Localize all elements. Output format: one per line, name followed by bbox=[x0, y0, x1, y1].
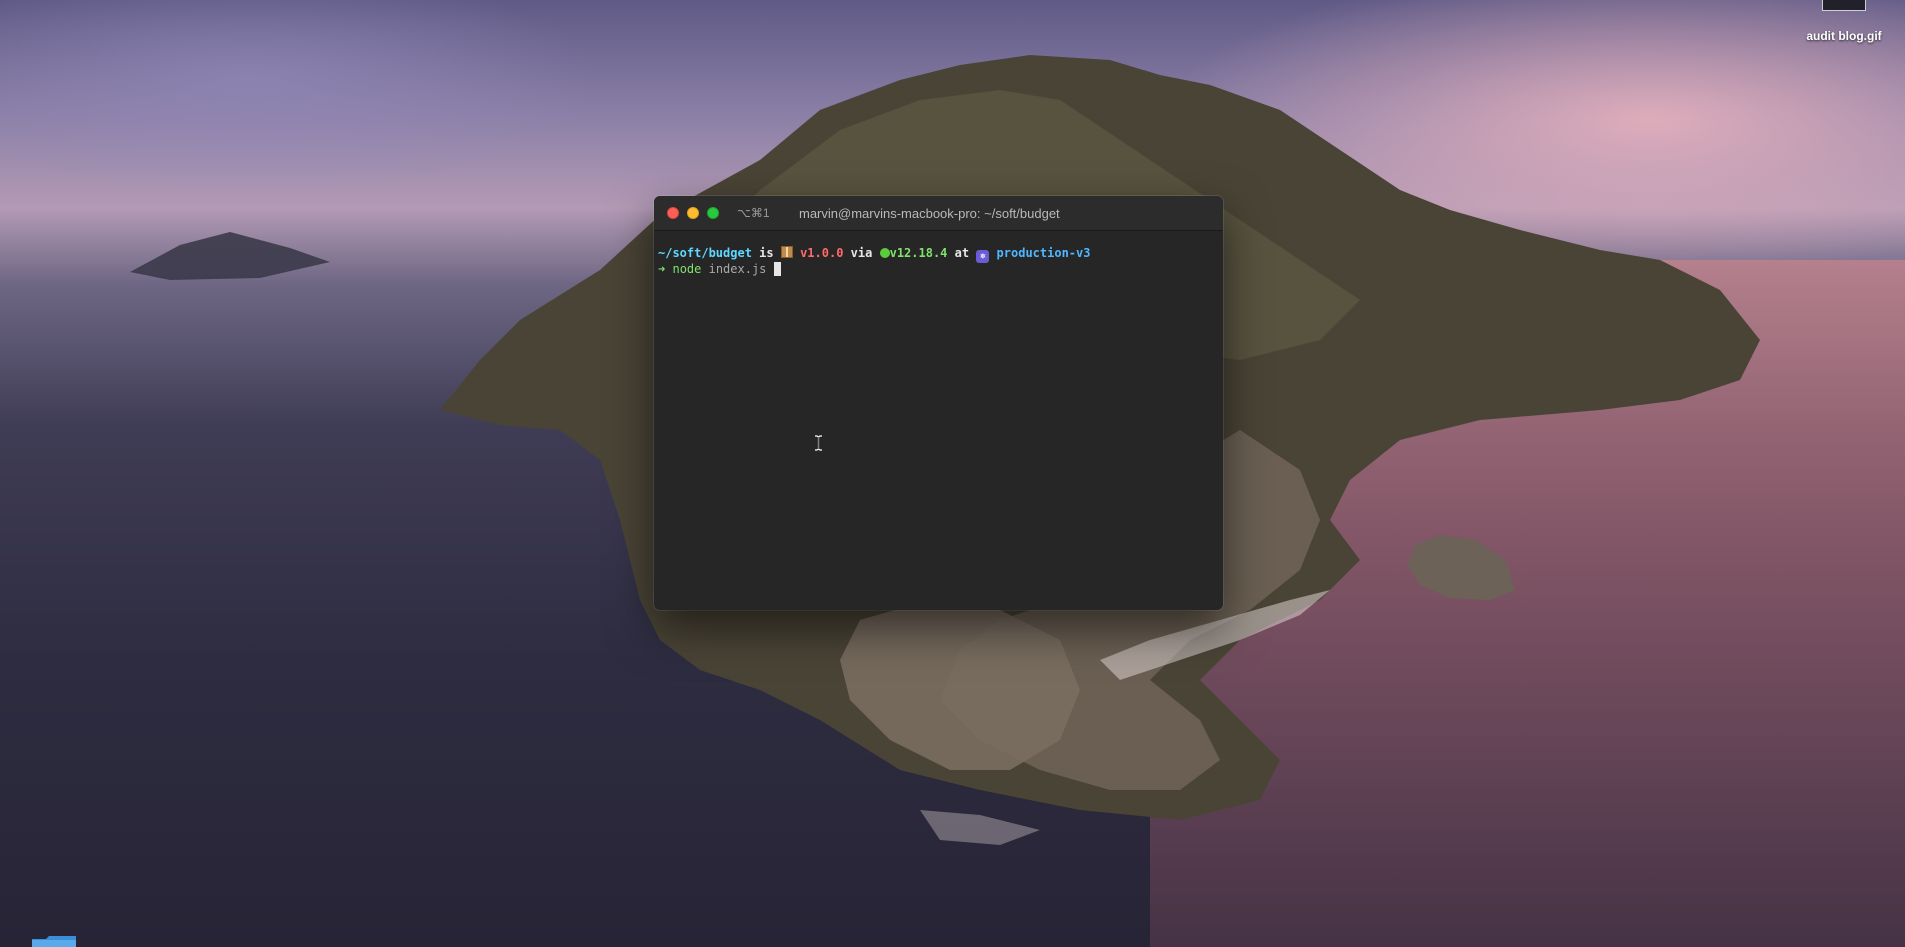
tab-shortcut-label: ⌥⌘1 bbox=[737, 206, 770, 220]
nodejs-icon bbox=[879, 248, 890, 258]
desktop-file-audit-blog[interactable]: audit blog.gif bbox=[1799, 0, 1889, 43]
window-title: marvin@marvins-macbook-pro: ~/soft/budge… bbox=[799, 206, 1060, 221]
ibeam-cursor-icon bbox=[815, 435, 822, 451]
kube-context: production-v3 bbox=[996, 246, 1091, 260]
minimize-button[interactable] bbox=[687, 207, 699, 219]
prompt-arrow: ➜ bbox=[658, 262, 666, 276]
window-titlebar[interactable]: ⌥⌘1 marvin@marvins-macbook-pro: ~/soft/b… bbox=[654, 196, 1223, 231]
prompt-via-word: via bbox=[850, 246, 873, 260]
terminal-window[interactable]: ⌥⌘1 marvin@marvins-macbook-pro: ~/soft/b… bbox=[654, 196, 1223, 610]
gif-thumbnail-icon bbox=[1822, 0, 1866, 11]
node-version: v12.18.4 bbox=[889, 246, 948, 260]
close-button[interactable] bbox=[667, 207, 679, 219]
folder-icon[interactable] bbox=[32, 936, 76, 947]
prompt-line: ~/soft/budget is v1.0.0 via v12.18.4 at … bbox=[658, 245, 1223, 263]
command-line[interactable]: ➜ node index.js bbox=[658, 261, 1223, 277]
package-version: v1.0.0 bbox=[800, 246, 844, 260]
desktop: audit blog.gif ⌥⌘1 marvin@marvins-macboo… bbox=[0, 0, 1905, 947]
command-program: node bbox=[672, 262, 702, 276]
package-icon bbox=[780, 246, 793, 258]
terminal-content[interactable]: ~/soft/budget is v1.0.0 via v12.18.4 at … bbox=[654, 231, 1223, 277]
desktop-file-label: audit blog.gif bbox=[1806, 29, 1882, 43]
command-argument: index.js bbox=[708, 262, 767, 276]
text-cursor bbox=[773, 262, 781, 276]
prompt-at-word: at bbox=[954, 246, 970, 260]
zoom-button[interactable] bbox=[707, 207, 719, 219]
helm-icon: ⎈ bbox=[976, 250, 990, 263]
prompt-is-word: is bbox=[759, 246, 774, 260]
prompt-path: ~/soft/budget bbox=[658, 246, 752, 260]
